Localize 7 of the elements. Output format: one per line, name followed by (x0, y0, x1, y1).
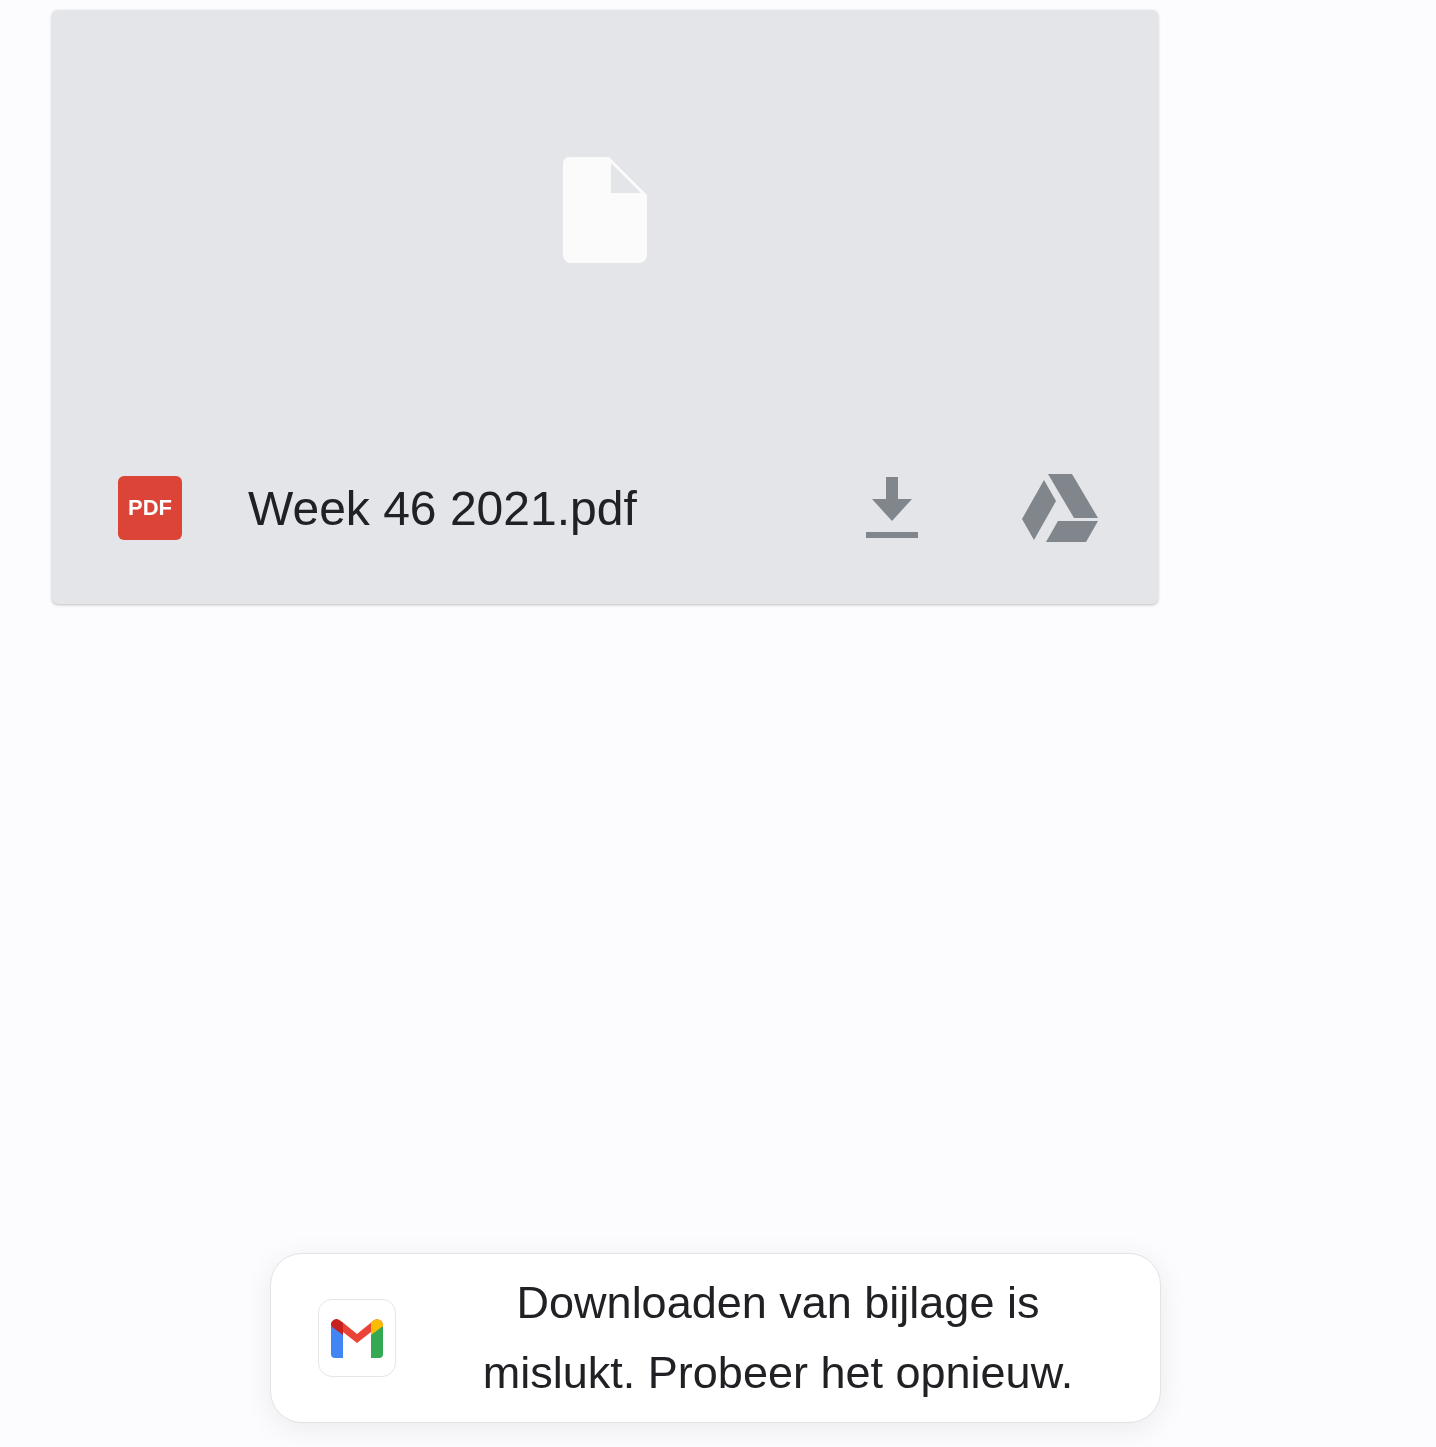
gmail-app-icon (318, 1299, 396, 1377)
file-name: Week 46 2021.pdf (248, 480, 637, 536)
pdf-file-icon: PDF (118, 476, 182, 540)
attachment-card[interactable]: PDF Week 46 2021.pdf (52, 10, 1158, 604)
error-message: Downloaden van bijlage is mislukt. Probeer het opnieuw. (481, 1276, 1075, 1400)
download-icon[interactable] (866, 477, 918, 539)
drive-icon[interactable] (1022, 474, 1098, 542)
